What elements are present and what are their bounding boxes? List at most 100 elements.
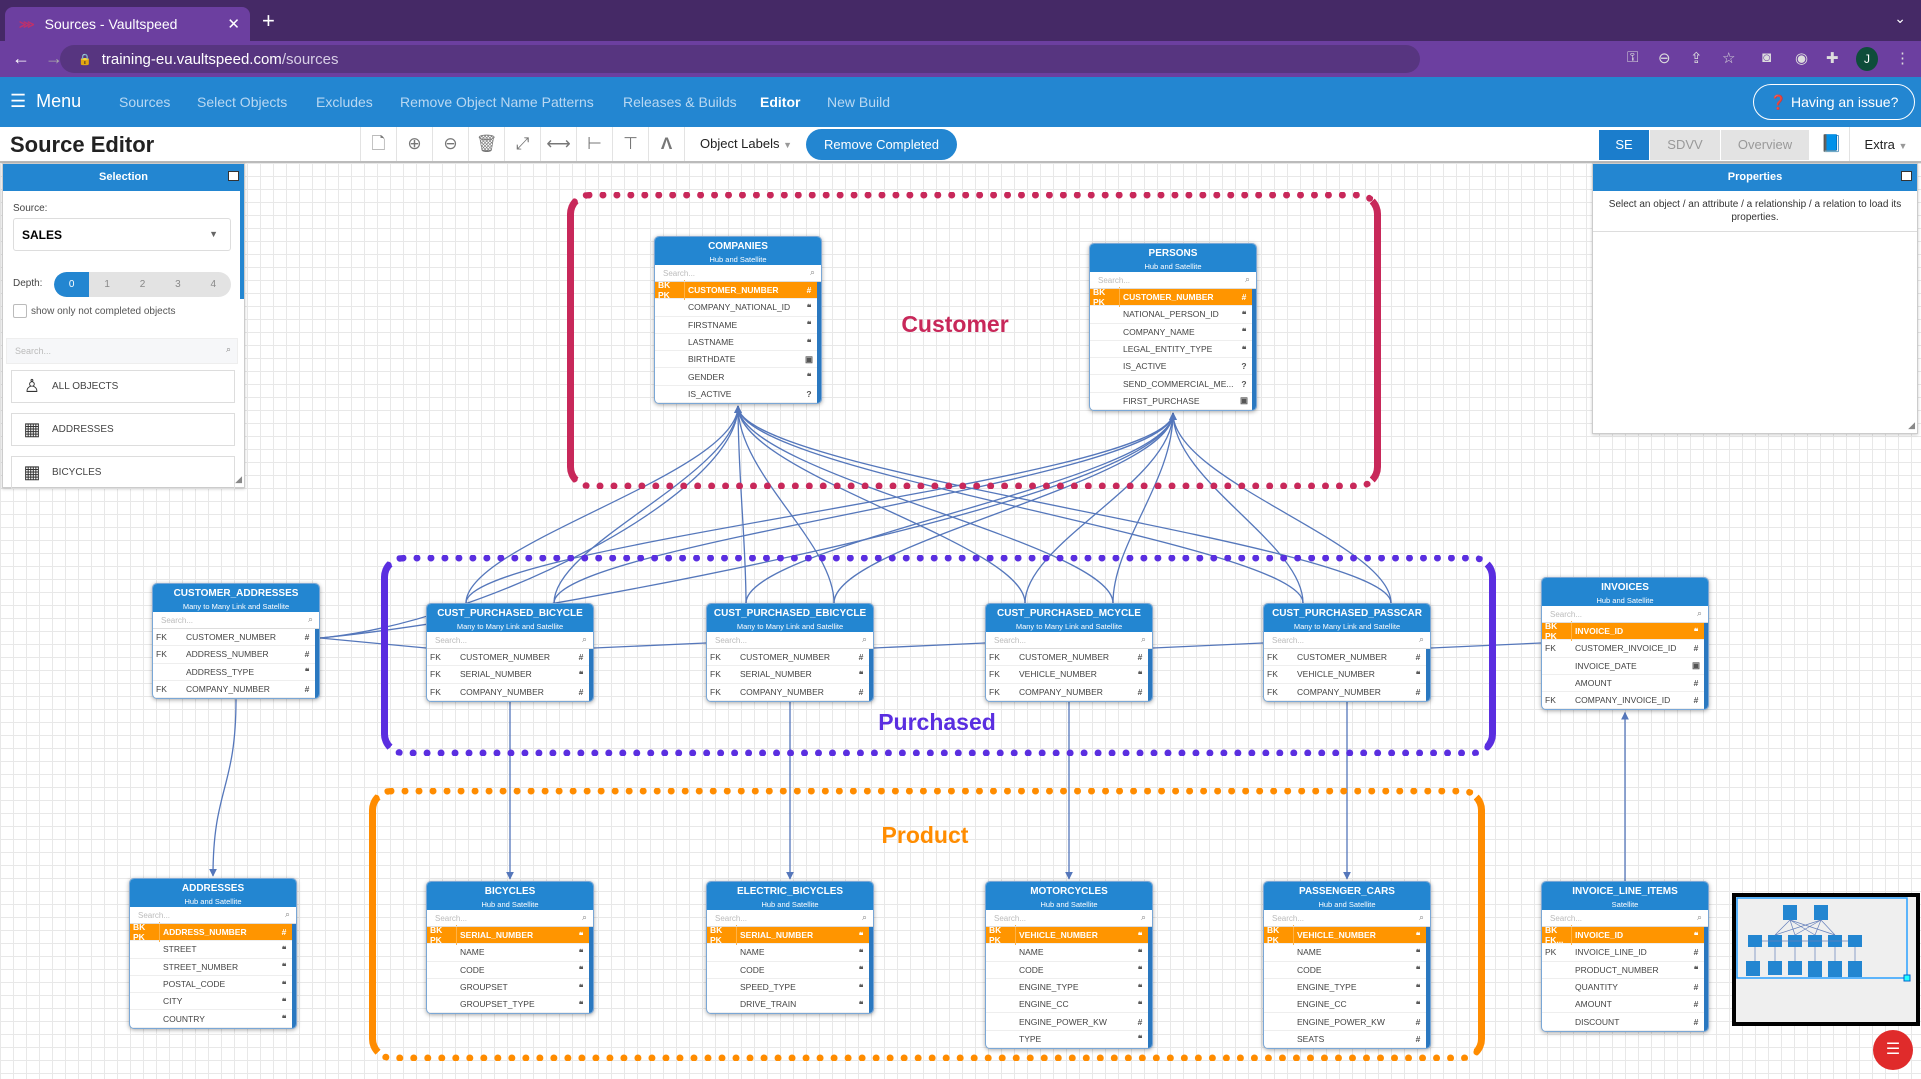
relationship-line[interactable] (209, 699, 237, 877)
minimize-icon[interactable] (1901, 171, 1912, 181)
bookmark-star-icon[interactable]: ☆ (1722, 49, 1735, 67)
entity-cust-purchased-ebicycle[interactable]: CUST_PURCHASED_EBICYCLE Many to Many Link… (706, 603, 874, 702)
new-tab-button[interactable]: + (262, 8, 275, 34)
attribute-row[interactable]: NAME ❝ (986, 944, 1148, 962)
entity-header[interactable]: ELECTRIC_BICYCLES Hub and Satellite (707, 882, 873, 910)
view-se-button[interactable]: SE (1599, 130, 1649, 160)
chat-support-fab[interactable]: ☰ (1873, 1030, 1913, 1070)
attribute-row[interactable]: FIRST_PURCHASE ▣ (1090, 393, 1252, 411)
entity-search-input[interactable]: Search... ⌕ (427, 632, 593, 649)
nav-new-build[interactable]: New Build (827, 94, 890, 110)
entity-cust-purchased-mcycle[interactable]: CUST_PURCHASED_MCYCLE Many to Many Link a… (985, 603, 1153, 702)
depth-option-0[interactable]: 0 (54, 272, 90, 297)
depth-option-4[interactable]: 4 (196, 272, 231, 297)
attribute-row[interactable]: ENGINE_POWER_KW # (986, 1013, 1148, 1031)
attribute-row[interactable]: COMPANY_NATIONAL_ID ❝ (655, 299, 817, 317)
attribute-row[interactable]: IS_ACTIVE? (655, 386, 817, 404)
key-icon[interactable]: ⚿ (1627, 49, 1638, 66)
attribute-row[interactable]: ENGINE_CC ❝ (1264, 996, 1426, 1014)
attribute-row[interactable]: POSTAL_CODE ❝ (130, 976, 292, 994)
selection-item-all-objects[interactable]: ♙ ALL OBJECTS (11, 370, 235, 403)
attribute-row[interactable]: GROUPSET ❝ (427, 979, 589, 997)
entity-search-input[interactable]: Search... ⌕ (1542, 606, 1708, 623)
not-completed-checkbox[interactable] (13, 304, 27, 318)
attribute-list[interactable]: FK CUSTOMER_NUMBER # FK SERIAL_NUMBER ❝ FK COMP… (707, 649, 873, 701)
attribute-row[interactable]: FK COMPANY_INVOICE_ID # (1542, 692, 1704, 710)
attribute-row[interactable]: BK FK... INVOICE_ID ❝ (1542, 925, 1704, 946)
road-icon[interactable]: Ʌ (648, 127, 684, 161)
attribute-row[interactable]: FK CUSTOMER_NUMBER # (986, 649, 1148, 667)
browser-tab[interactable]: ⋙ Sources - Vaultspeed ✕ (5, 7, 250, 41)
attribute-row[interactable]: BK PK CUSTOMER_NUMBER # (1090, 287, 1252, 308)
attribute-row[interactable]: FK CUSTOMER_INVOICE_ID # (1542, 640, 1704, 658)
attribute-row[interactable]: CODE ❝ (427, 962, 589, 979)
entity-header[interactable]: INVOICES Hub and Satellite (1542, 578, 1708, 606)
attribute-row[interactable]: CODE ❝ (707, 962, 869, 979)
attribute-row[interactable]: NATIONAL_PERSON_ID ❝ (1090, 306, 1252, 324)
attribute-row[interactable]: TYPE ❝ (986, 1031, 1148, 1049)
depth-option-2[interactable]: 2 (125, 272, 160, 297)
having-an-issue-button[interactable]: ❓ Having an issue? (1753, 84, 1915, 120)
attribute-row[interactable]: FK COMPANY_NUMBER # (427, 684, 589, 701)
entity-search-input[interactable]: Search... ⌕ (986, 910, 1152, 927)
nav-sources[interactable]: Sources (119, 94, 170, 110)
entity-electric-bicycles[interactable]: ELECTRIC_BICYCLES Hub and Satellite Search… (706, 881, 874, 1015)
attribute-row[interactable]: BK PK SERIAL_NUMBER ❝ (427, 925, 589, 946)
source-select[interactable]: SALES ▼ (13, 218, 231, 251)
attribute-list[interactable]: BK PK CUSTOMER_NUMBER # COMPANY_NATIONAL_ID… (655, 280, 821, 404)
entity-addresses[interactable]: ADDRESSES Hub and Satellite Search... ⌕ BK P… (129, 878, 297, 1029)
attribute-row[interactable]: STREET_NUMBER ❝ (130, 959, 292, 976)
expand-icon[interactable]: ⤢ (504, 127, 540, 161)
attribute-list[interactable]: BK FK... INVOICE_ID ❝ PK INVOICE_LINE_ID # PRO… (1542, 925, 1708, 1031)
attribute-row[interactable]: FK SERIAL_NUMBER ❝ (427, 666, 589, 684)
nav-remove-object-name-patterns[interactable]: Remove Object Name Patterns (400, 94, 594, 110)
panel-scrollbar[interactable] (240, 191, 244, 299)
attribute-row[interactable]: PRODUCT_NUMBER ❝ (1542, 962, 1704, 979)
url-field[interactable]: 🔒 training-eu.vaultspeed.com/sources (60, 45, 1420, 73)
attribute-row[interactable]: COMPANY_NAME ❝ (1090, 324, 1252, 341)
attribute-row[interactable]: BK PK SERIAL_NUMBER ❝ (707, 925, 869, 946)
attribute-row[interactable]: COUNTRY ❝ (130, 1010, 292, 1028)
attribute-row[interactable]: CODE ❝ (1264, 962, 1426, 979)
extension-icon[interactable]: ◉ (1795, 49, 1808, 67)
zoom-in-icon[interactable]: ⊕ (396, 127, 432, 161)
attribute-row[interactable]: LEGAL_ENTITY_TYPE ❝ (1090, 341, 1252, 359)
entity-header[interactable]: BICYCLES Hub and Satellite (427, 882, 593, 910)
attribute-row[interactable]: BK PK VEHICLE_NUMBER ❝ (986, 925, 1148, 946)
entity-header[interactable]: CUST_PURCHASED_MCYCLE Many to Many Link a… (986, 604, 1152, 632)
entity-motorcycles[interactable]: MOTORCYCLES Hub and Satellite Search... ⌕ BK… (985, 881, 1153, 1050)
attribute-row[interactable]: AMOUNT # (1542, 996, 1704, 1014)
entity-bicycles[interactable]: BICYCLES Hub and Satellite Search... ⌕ BK PK… (426, 881, 594, 1015)
selection-item-bicycles[interactable]: ▦ BICYCLES (11, 456, 235, 489)
zoom-icon[interactable]: ⊖ (1658, 49, 1671, 67)
attribute-row[interactable]: NAME ❝ (1264, 944, 1426, 962)
attribute-row[interactable]: BK PK CUSTOMER_NUMBER # (655, 280, 817, 301)
resize-handle[interactable]: ◢ (1908, 420, 1915, 431)
nav-editor[interactable]: Editor (760, 94, 800, 110)
attribute-row[interactable]: ENGINE_POWER_KW # (1264, 1013, 1426, 1031)
selection-item-addresses[interactable]: ▦ ADDRESSES (11, 413, 235, 446)
attribute-row[interactable]: FK COMPANY_NUMBER # (986, 684, 1148, 701)
attribute-list[interactable]: BK PK SERIAL_NUMBER ❝ NAME ❝ CODE ❝ SPEED_TYPE ❝… (707, 925, 873, 1014)
entity-search-input[interactable]: Search... ⌕ (1090, 272, 1256, 289)
entity-search-input[interactable]: Search... ⌕ (655, 265, 821, 282)
nav-releases-builds[interactable]: Releases & Builds (623, 94, 737, 110)
selection-search-input[interactable]: Search... ⌕ (6, 338, 238, 364)
entity-header[interactable]: CUSTOMER_ADDRESSES Many to Many Link and … (153, 584, 319, 612)
attribute-list[interactable]: BK PK ADDRESS_NUMBER # STREET ❝ STREET_NUMBER… (130, 922, 296, 1028)
entity-search-input[interactable]: Search... ⌕ (153, 612, 319, 629)
entity-search-input[interactable]: Search... ⌕ (427, 910, 593, 927)
attribute-row[interactable]: FK VEHICLE_NUMBER ❝ (1264, 666, 1426, 684)
attribute-row[interactable]: FK CUSTOMER_NUMBER # (1264, 649, 1426, 667)
view-overview-button[interactable]: Overview (1721, 130, 1809, 160)
attribute-row[interactable]: FK ADDRESS_NUMBER # (153, 646, 315, 664)
object-labels-dropdown[interactable]: Object Labels ▼ (700, 136, 792, 151)
close-tab-icon[interactable]: ✕ (227, 15, 240, 33)
attribute-row[interactable]: FK COMPANY_NUMBER # (153, 681, 315, 699)
entity-search-input[interactable]: Search... ⌕ (707, 910, 873, 927)
attribute-row[interactable]: CITY ❝ (130, 993, 292, 1011)
entity-header[interactable]: CUST_PURCHASED_PASSCAR Many to Many Link … (1264, 604, 1430, 632)
nav-excludes[interactable]: Excludes (316, 94, 373, 110)
attribute-row[interactable]: GENDER ❝ (655, 368, 817, 386)
tab-list-chevron-icon[interactable]: ⌄ (1894, 10, 1906, 27)
